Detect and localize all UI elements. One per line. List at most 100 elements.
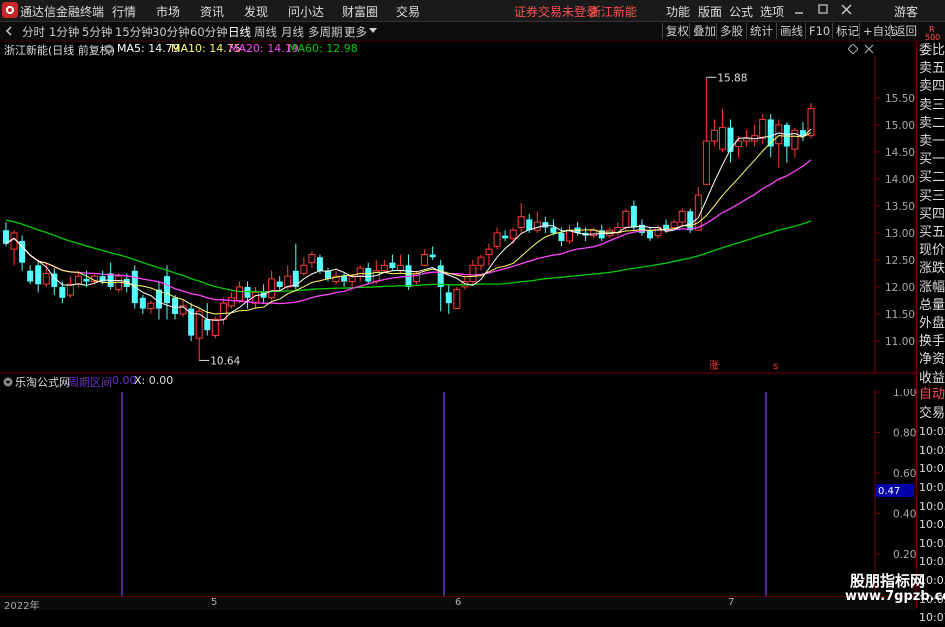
menu-banmian[interactable]: 版面 — [698, 3, 722, 20]
quote-panel[interactable]: R 500 委比 卖五 卖四 卖三 卖二 卖一 买一 买二 买三 买四 买五 现价 涨跌 涨幅 总量 外盘 换手… — [916, 25, 945, 624]
quote-field: 买一 — [919, 152, 945, 168]
diamond-icon[interactable] — [848, 44, 858, 54]
btn-f10[interactable]: F10 — [805, 23, 833, 39]
auto-trade-label[interactable]: 自动 — [919, 386, 945, 404]
y-tick-label: 15.00 — [885, 120, 915, 132]
tab-5min[interactable]: 5分钟 — [82, 24, 112, 40]
app-logo-icon — [2, 2, 18, 18]
candlestick-chart[interactable]: 15.88 10.64 涨 s 11.00 11.50 12.00 12.50 13.0… — [0, 56, 916, 374]
y-tick-label: 13.50 — [885, 201, 915, 213]
x-label-year: 2022年 — [4, 601, 40, 612]
btn-diejia[interactable]: 叠加 — [689, 23, 719, 39]
menu-xuanxiang[interactable]: 选项 — [760, 3, 784, 20]
candle — [405, 254, 412, 290]
chevron-down-icon[interactable] — [369, 28, 377, 34]
indicator-cursor-value: 0.47 — [878, 486, 900, 497]
candle — [614, 222, 622, 236]
candle — [188, 303, 195, 341]
candle — [647, 227, 653, 242]
candle — [630, 200, 637, 231]
indicator-dropdown-icon[interactable] — [3, 377, 13, 387]
s-marker: s — [773, 361, 778, 372]
candle — [654, 224, 662, 239]
btn-duogu[interactable]: 多股 — [716, 23, 746, 39]
auto-trade-label[interactable]: 交易 — [919, 405, 945, 423]
tab-weekly[interactable]: 周线 — [254, 24, 277, 40]
menu-hangqing[interactable]: 行情 — [112, 3, 136, 20]
quote-field: 买二 — [919, 170, 945, 186]
quote-field: 换手 — [919, 334, 945, 350]
close-icon[interactable] — [841, 4, 852, 15]
quote-field: 买五 — [919, 225, 945, 240]
tab-multiperiod[interactable]: 多周期 — [308, 24, 343, 40]
y-tick-label: 15.50 — [885, 93, 915, 105]
current-stock-name: 浙江新能 — [589, 5, 638, 19]
candle — [421, 249, 429, 266]
guest-label[interactable]: 游客 — [894, 3, 918, 20]
tab-30min[interactable]: 30分钟 — [152, 24, 190, 40]
menu-jiaoyi[interactable]: 交易 — [396, 3, 420, 20]
login-warning[interactable]: 证券交易未登录 — [514, 3, 598, 20]
quote-field: 涨跌 — [919, 261, 945, 277]
menu-faxian[interactable]: 发现 — [244, 3, 268, 20]
app-title: 通达信金融终端 — [20, 5, 105, 19]
x-label-may: 5 — [211, 597, 218, 608]
candle — [276, 276, 283, 290]
trade-time: 10:02 — [919, 425, 945, 439]
menu-zixun[interactable]: 资讯 — [200, 3, 224, 20]
tab-daily[interactable]: 日线 — [228, 24, 251, 40]
candle — [389, 254, 396, 271]
settings-dropdown-icon[interactable] — [104, 44, 114, 54]
quote-field: 委比 — [919, 43, 945, 58]
tab-fenshi[interactable]: 分时 — [22, 24, 45, 40]
menu-gongneng[interactable]: 功能 — [666, 3, 690, 20]
candle — [27, 265, 34, 285]
y-tick-label: 11.00 — [885, 336, 915, 348]
candle — [268, 270, 276, 301]
tab-1min[interactable]: 1分钟 — [49, 24, 79, 40]
sub-y-tick-label: 0.80 — [893, 428, 916, 440]
watermark-url: www.7gpzb.com — [845, 589, 945, 604]
candle — [107, 262, 114, 290]
candle — [308, 251, 316, 269]
indicator-chart[interactable]: 1.00 0.80 0.60 0.40 0.20 0.47 — [0, 389, 916, 596]
indicator-label: 周期区间 — [68, 376, 112, 389]
menu-caifuquan[interactable]: 财富圈 — [342, 3, 378, 20]
candle — [485, 243, 493, 266]
quote-field: 外盘 — [919, 316, 945, 331]
candle — [775, 119, 783, 169]
candle — [751, 124, 759, 147]
candle — [380, 259, 388, 274]
btn-tongji[interactable]: 统计 — [746, 23, 776, 39]
quote-field: 净资 — [919, 352, 945, 368]
btn-huaxian[interactable]: 画线 — [776, 23, 806, 39]
candle — [453, 286, 461, 310]
candle — [598, 224, 605, 242]
x-label-june: 6 — [455, 597, 462, 608]
minimize-icon[interactable] — [794, 5, 804, 15]
tab-60min[interactable]: 60分钟 — [190, 24, 228, 40]
trade-time: 10:03 — [919, 481, 945, 494]
btn-back[interactable]: 返回 — [890, 23, 920, 39]
menu-gongshi[interactable]: 公式 — [729, 3, 753, 20]
trade-time: 10:07 — [919, 611, 945, 625]
indicator-x-value: X: 0.00 — [134, 374, 174, 387]
y-tick-label: 14.50 — [885, 147, 915, 159]
collapse-icon[interactable] — [3, 25, 15, 37]
x-label-july: 7 — [728, 597, 735, 608]
close-small-icon[interactable] — [864, 44, 874, 54]
btn-fuquan[interactable]: 复权 — [662, 23, 692, 39]
menu-shichang[interactable]: 市场 — [156, 3, 180, 20]
candle — [244, 281, 251, 309]
quote-field: 卖四 — [919, 79, 945, 95]
tab-monthly[interactable]: 月线 — [281, 24, 304, 40]
btn-biaoji[interactable]: 标记 — [832, 23, 862, 39]
candle — [638, 219, 645, 236]
quote-field: 卖一 — [919, 134, 945, 149]
maximize-icon[interactable] — [818, 4, 829, 15]
menu-wenxiaoda[interactable]: 问小达 — [288, 3, 324, 20]
tab-15min[interactable]: 15分钟 — [115, 24, 153, 40]
candle — [783, 122, 790, 163]
tab-more[interactable]: 更多 — [344, 24, 367, 40]
candle — [66, 276, 74, 298]
